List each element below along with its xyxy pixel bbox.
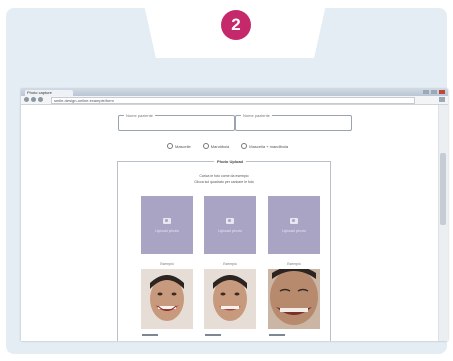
radio-label: Mascella + mandibola [249, 143, 289, 149]
window-controls [423, 90, 445, 94]
instruction-line-1: Carica le foto come da esempio [199, 174, 249, 178]
upload-slot-label: Upload photo [218, 227, 242, 233]
upload-slot-label: Upload photo [282, 227, 306, 233]
vertical-scrollbar[interactable] [438, 105, 448, 341]
address-bar[interactable]: smile-design-online.example/form [51, 97, 415, 104]
example-photo [141, 269, 193, 329]
upload-slot[interactable]: Upload photo [204, 196, 256, 254]
radio-option[interactable]: Mascelle [167, 143, 191, 149]
back-icon[interactable] [24, 97, 29, 102]
step-badge: 2 [221, 10, 251, 40]
camera-icon [226, 217, 234, 224]
camera-icon [290, 217, 298, 224]
radio-label: Mascelle [175, 143, 191, 149]
radio-circle-icon [202, 143, 209, 149]
example-photo [204, 269, 256, 329]
photo-link[interactable] [269, 334, 285, 336]
scrollbar-thumb[interactable] [440, 153, 446, 225]
browser-toolbar: smile-design-online.example/form [21, 96, 448, 105]
example-photo [268, 269, 320, 329]
radio-circle-icon [241, 143, 248, 149]
upload-slot[interactable]: Upload photo [268, 196, 320, 254]
photo-link[interactable] [205, 334, 221, 336]
panel-legend: Photo Upload [214, 159, 246, 164]
radio-circle-icon [167, 143, 173, 149]
text-field-right[interactable]: Nome paziente [235, 113, 352, 131]
maximize-icon[interactable] [431, 90, 437, 94]
photo-link[interactable] [142, 334, 158, 336]
browser-titlebar: Photo capture [21, 89, 448, 96]
menu-icon[interactable] [439, 97, 445, 102]
text-field-left-label: Nome paziente [124, 113, 155, 118]
upload-slot-label: Upload photo [155, 227, 179, 233]
radio-group: Mascelle Mandibola Mascella + mandibola [167, 143, 288, 149]
text-field-left[interactable]: Nome paziente [118, 113, 235, 131]
close-icon[interactable] [439, 90, 445, 94]
nav-buttons [24, 97, 43, 102]
browser-window: Photo capture smile-design-online.exampl… [21, 89, 448, 341]
instruction-line-2: Clicca sul quadrato per caricare le foto [194, 180, 254, 184]
radio-label: Mandibola [210, 143, 230, 149]
radio-option[interactable]: Mascella + mandibola [241, 143, 288, 149]
minimize-icon[interactable] [423, 90, 429, 94]
upload-slot[interactable]: Upload photo [141, 196, 193, 254]
forward-icon[interactable] [31, 97, 36, 102]
radio-option[interactable]: Mandibola [202, 143, 230, 149]
example-caption: Esempio [160, 262, 174, 266]
camera-icon [163, 217, 171, 224]
example-caption: Esempio [287, 262, 301, 266]
reload-icon[interactable] [38, 97, 43, 102]
text-field-right-label: Nome paziente [241, 113, 272, 118]
example-caption: Esempio [223, 262, 237, 266]
